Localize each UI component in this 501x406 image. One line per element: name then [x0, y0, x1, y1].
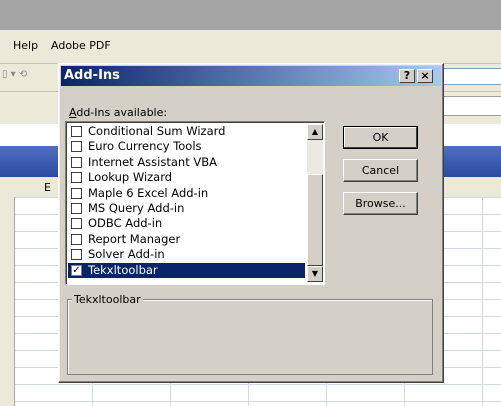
- list-item[interactable]: Lookup Wizard: [68, 170, 305, 185]
- checkbox[interactable]: [71, 249, 82, 261]
- list-item[interactable]: Internet Assistant VBA: [68, 155, 305, 170]
- cancel-button[interactable]: Cancel: [343, 159, 418, 182]
- list-item[interactable]: ODBC Add-in: [68, 216, 305, 231]
- list-item-label: Internet Assistant VBA: [88, 154, 217, 169]
- menu-adobe-pdf[interactable]: Adobe PDF: [51, 39, 111, 52]
- list-item-label: Report Manager: [88, 231, 181, 246]
- checkbox[interactable]: [71, 202, 82, 214]
- add-ins-available-label-rest: dd-Ins available:: [76, 106, 168, 119]
- close-button[interactable]: ×: [417, 69, 433, 83]
- column-header-e[interactable]: E: [44, 181, 51, 194]
- list-item[interactable]: Solver Add-in: [68, 247, 305, 262]
- workbook-titlebar-left: [0, 146, 60, 177]
- add-ins-list: Conditional Sum Wizard Euro Currency Tool…: [68, 124, 305, 278]
- list-item-label: ODBC Add-in: [88, 216, 163, 231]
- toolbar-search-input[interactable]: [443, 68, 501, 85]
- excel-menubar: Help Adobe PDF: [0, 30, 501, 64]
- scroll-up-icon[interactable]: ▲: [307, 124, 323, 140]
- list-item[interactable]: MS Query Add-in: [68, 201, 305, 216]
- list-item[interactable]: Euro Currency Tools: [68, 139, 305, 154]
- scroll-down-icon[interactable]: ▼: [307, 266, 323, 282]
- description-group-label: Tekxltoolbar: [72, 293, 143, 306]
- list-item[interactable]: Maple 6 Excel Add-in: [68, 186, 305, 201]
- excel-titlebar: [0, 0, 501, 30]
- dialog-titlebar[interactable]: Add-Ins ? ×: [61, 66, 441, 86]
- add-ins-listbox[interactable]: Conditional Sum Wizard Euro Currency Tool…: [65, 121, 325, 285]
- description-groupbox: [67, 299, 433, 375]
- list-item-label: Lookup Wizard: [88, 170, 173, 185]
- checkbox[interactable]: [71, 218, 82, 230]
- add-ins-dialog: Add-Ins ? × Add-Ins available: Condition…: [58, 63, 444, 383]
- list-item-label: Tekxltoolbar: [88, 262, 158, 277]
- undo-redo-icon[interactable]: ▯ ▾ ⟲: [2, 69, 27, 80]
- dialog-title: Add-Ins: [64, 68, 120, 83]
- add-ins-available-label: Add-Ins available:: [69, 106, 167, 119]
- list-item-label: MS Query Add-in: [88, 200, 185, 215]
- checkbox[interactable]: [71, 187, 82, 199]
- formula-input[interactable]: [443, 96, 501, 116]
- checkbox[interactable]: [71, 233, 82, 245]
- list-item-label: Euro Currency Tools: [88, 139, 202, 154]
- scroll-thumb[interactable]: [307, 174, 323, 266]
- list-item[interactable]: Report Manager: [68, 232, 305, 247]
- list-item-label: Conditional Sum Wizard: [88, 124, 226, 138]
- list-item-label: Solver Add-in: [88, 247, 165, 262]
- help-button[interactable]: ?: [399, 69, 415, 83]
- checkbox[interactable]: [71, 126, 82, 137]
- checkbox[interactable]: [71, 141, 82, 153]
- checkbox[interactable]: [71, 172, 82, 184]
- menu-help[interactable]: Help: [13, 39, 38, 52]
- checkbox[interactable]: [71, 156, 82, 168]
- ok-button[interactable]: OK: [343, 126, 418, 149]
- list-item[interactable]: ✓ Tekxltoolbar: [68, 262, 305, 278]
- browse-button[interactable]: Browse...: [343, 192, 418, 215]
- checkbox[interactable]: ✓: [71, 264, 82, 276]
- row-header-column: [0, 197, 15, 406]
- list-item-label: Maple 6 Excel Add-in: [88, 185, 209, 200]
- list-item[interactable]: Conditional Sum Wizard: [68, 124, 305, 139]
- list-scrollbar[interactable]: ▲ ▼: [307, 124, 323, 282]
- workbook-titlebar-right: [444, 146, 501, 177]
